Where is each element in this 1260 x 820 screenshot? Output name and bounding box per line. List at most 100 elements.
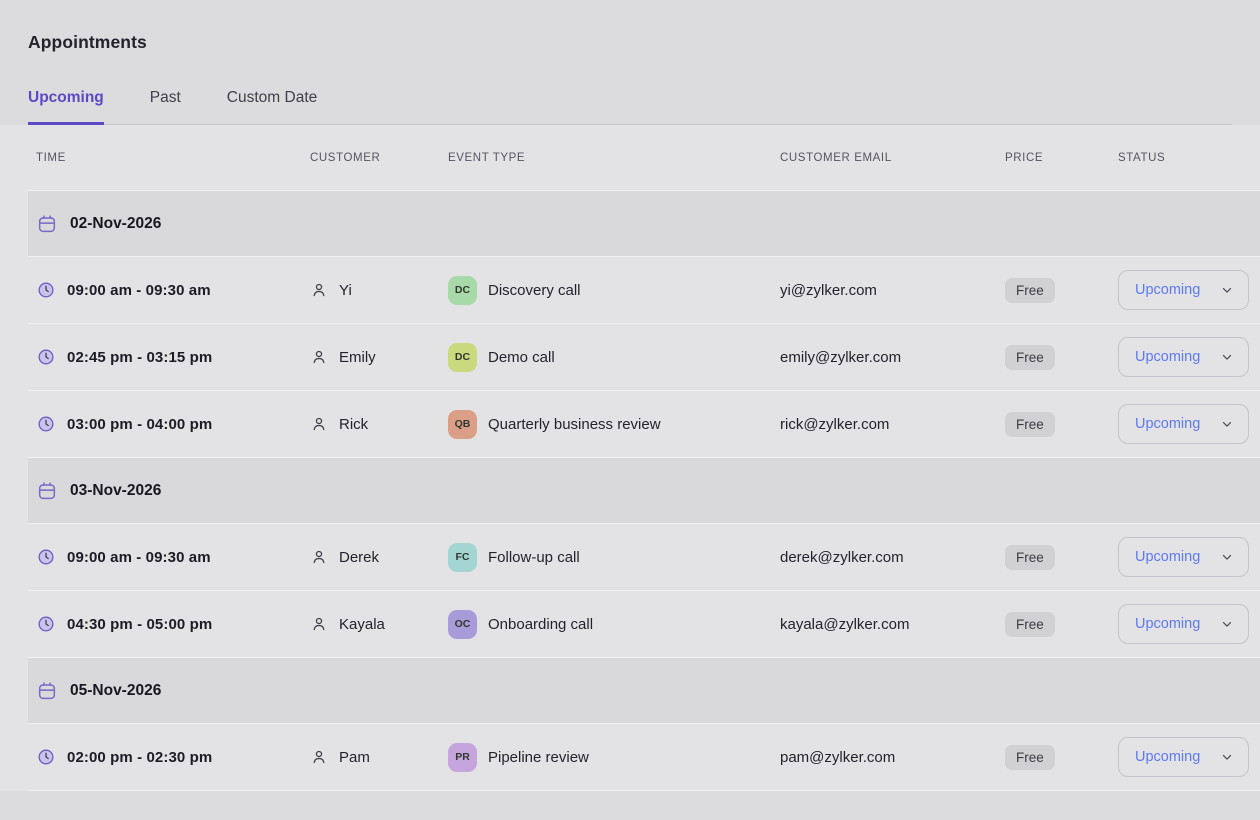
appointment-row[interactable]: 09:00 am - 09:30 am Derek FC Follow-up c…: [28, 524, 1260, 591]
clock-icon: [36, 747, 56, 767]
appointment-row[interactable]: 02:45 pm - 03:15 pm Emily DC Demo call e…: [28, 324, 1260, 391]
customer-name: Rick: [339, 416, 368, 433]
event-type-name: Demo call: [488, 349, 555, 366]
date-group-rows: 09:00 am - 09:30 am Derek FC Follow-up c…: [0, 524, 1260, 658]
column-header-status: STATUS: [1118, 152, 1260, 164]
customer-cell: Kayala: [310, 615, 448, 633]
event-type-badge: QB: [448, 410, 477, 439]
event-type-badge: DC: [448, 343, 477, 372]
status-dropdown[interactable]: Upcoming: [1118, 404, 1249, 444]
customer-email-cell: pam@zylker.com: [780, 749, 1005, 766]
event-type-name: Onboarding call: [488, 616, 593, 633]
date-group-header: 05-Nov-2026: [28, 658, 1260, 724]
customer-cell: Pam: [310, 748, 448, 766]
date-group-header: 03-Nov-2026: [28, 458, 1260, 524]
price-cell: Free: [1005, 612, 1118, 637]
status-dropdown-label: Upcoming: [1135, 349, 1200, 365]
tab-custom-date[interactable]: Custom Date: [227, 89, 317, 125]
price-cell: Free: [1005, 412, 1118, 437]
appointment-row[interactable]: 09:00 am - 09:30 am Yi DC Discovery call…: [28, 257, 1260, 324]
status-dropdown[interactable]: Upcoming: [1118, 270, 1249, 310]
time-range: 09:00 am - 09:30 am: [67, 549, 211, 566]
status-dropdown[interactable]: Upcoming: [1118, 604, 1249, 644]
status-dropdown[interactable]: Upcoming: [1118, 737, 1249, 777]
table-header-row: TIME CUSTOMER EVENT TYPE CUSTOMER EMAIL …: [28, 125, 1260, 191]
price-badge: Free: [1005, 278, 1055, 303]
event-type-name: Quarterly business review: [488, 416, 661, 433]
price-cell: Free: [1005, 345, 1118, 370]
status-dropdown[interactable]: Upcoming: [1118, 537, 1249, 577]
event-type-badge: PR: [448, 743, 477, 772]
customer-name: Derek: [339, 549, 379, 566]
customer-name: Kayala: [339, 616, 385, 633]
date-group-header: 02-Nov-2026: [28, 191, 1260, 257]
price-badge: Free: [1005, 345, 1055, 370]
time-cell: 02:45 pm - 03:15 pm: [28, 347, 310, 367]
customer-cell: Rick: [310, 415, 448, 433]
status-cell: Upcoming: [1118, 737, 1260, 777]
calendar-icon: [36, 213, 58, 235]
chevron-down-icon: [1220, 283, 1234, 297]
customer-cell: Derek: [310, 548, 448, 566]
appointments-table: TIME CUSTOMER EVENT TYPE CUSTOMER EMAIL …: [0, 125, 1260, 791]
date-group-rows: 02:00 pm - 02:30 pm Pam PR Pipeline revi…: [0, 724, 1260, 791]
status-dropdown-label: Upcoming: [1135, 749, 1200, 765]
price-badge: Free: [1005, 612, 1055, 637]
time-range: 02:45 pm - 03:15 pm: [67, 349, 212, 366]
user-icon: [310, 548, 328, 566]
chevron-down-icon: [1220, 350, 1234, 364]
chevron-down-icon: [1220, 417, 1234, 431]
date-group: 05-Nov-2026 02:00 pm - 02:30 pm Pam: [0, 658, 1260, 791]
date-group-rows: 09:00 am - 09:30 am Yi DC Discovery call…: [0, 257, 1260, 458]
customer-email-cell: kayala@zylker.com: [780, 616, 1005, 633]
event-type-badge: OC: [448, 610, 477, 639]
customer-email: derek@zylker.com: [780, 549, 904, 566]
event-type-name: Pipeline review: [488, 749, 589, 766]
date-group-label: 02-Nov-2026: [70, 215, 161, 233]
appointment-row[interactable]: 02:00 pm - 02:30 pm Pam PR Pipeline revi…: [28, 724, 1260, 791]
customer-cell: Emily: [310, 348, 448, 366]
status-dropdown-label: Upcoming: [1135, 549, 1200, 565]
clock-icon: [36, 614, 56, 634]
price-cell: Free: [1005, 745, 1118, 770]
user-icon: [310, 615, 328, 633]
customer-email-cell: emily@zylker.com: [780, 349, 1005, 366]
event-type-cell: DC Demo call: [448, 343, 780, 372]
tab-past[interactable]: Past: [150, 89, 181, 125]
date-group-label: 05-Nov-2026: [70, 682, 161, 700]
status-cell: Upcoming: [1118, 270, 1260, 310]
topbar: Appointments Upcoming Past Custom Date: [0, 0, 1260, 125]
time-cell: 09:00 am - 09:30 am: [28, 547, 310, 567]
status-dropdown[interactable]: Upcoming: [1118, 337, 1249, 377]
event-type-badge: FC: [448, 543, 477, 572]
status-cell: Upcoming: [1118, 537, 1260, 577]
time-range: 02:00 pm - 02:30 pm: [67, 749, 212, 766]
status-cell: Upcoming: [1118, 404, 1260, 444]
status-dropdown-label: Upcoming: [1135, 282, 1200, 298]
event-type-cell: DC Discovery call: [448, 276, 780, 305]
customer-email-cell: yi@zylker.com: [780, 282, 1005, 299]
customer-email: rick@zylker.com: [780, 416, 889, 433]
calendar-icon: [36, 680, 58, 702]
appointment-row[interactable]: 03:00 pm - 04:00 pm Rick QB Quarterly bu…: [28, 391, 1260, 458]
calendar-icon: [36, 480, 58, 502]
time-cell: 03:00 pm - 04:00 pm: [28, 414, 310, 434]
status-dropdown-label: Upcoming: [1135, 416, 1200, 432]
column-header-time: TIME: [28, 152, 310, 164]
chevron-down-icon: [1220, 550, 1234, 564]
status-cell: Upcoming: [1118, 604, 1260, 644]
customer-name: Yi: [339, 282, 352, 299]
user-icon: [310, 348, 328, 366]
customer-cell: Yi: [310, 281, 448, 299]
appointment-row[interactable]: 04:30 pm - 05:00 pm Kayala OC Onboarding…: [28, 591, 1260, 658]
tab-upcoming[interactable]: Upcoming: [28, 89, 104, 125]
time-cell: 09:00 am - 09:30 am: [28, 280, 310, 300]
time-range: 09:00 am - 09:30 am: [67, 282, 211, 299]
event-type-cell: OC Onboarding call: [448, 610, 780, 639]
chevron-down-icon: [1220, 750, 1234, 764]
clock-icon: [36, 280, 56, 300]
customer-email: emily@zylker.com: [780, 349, 901, 366]
status-cell: Upcoming: [1118, 337, 1260, 377]
event-type-name: Follow-up call: [488, 549, 580, 566]
tab-bar: Upcoming Past Custom Date: [28, 89, 1232, 125]
